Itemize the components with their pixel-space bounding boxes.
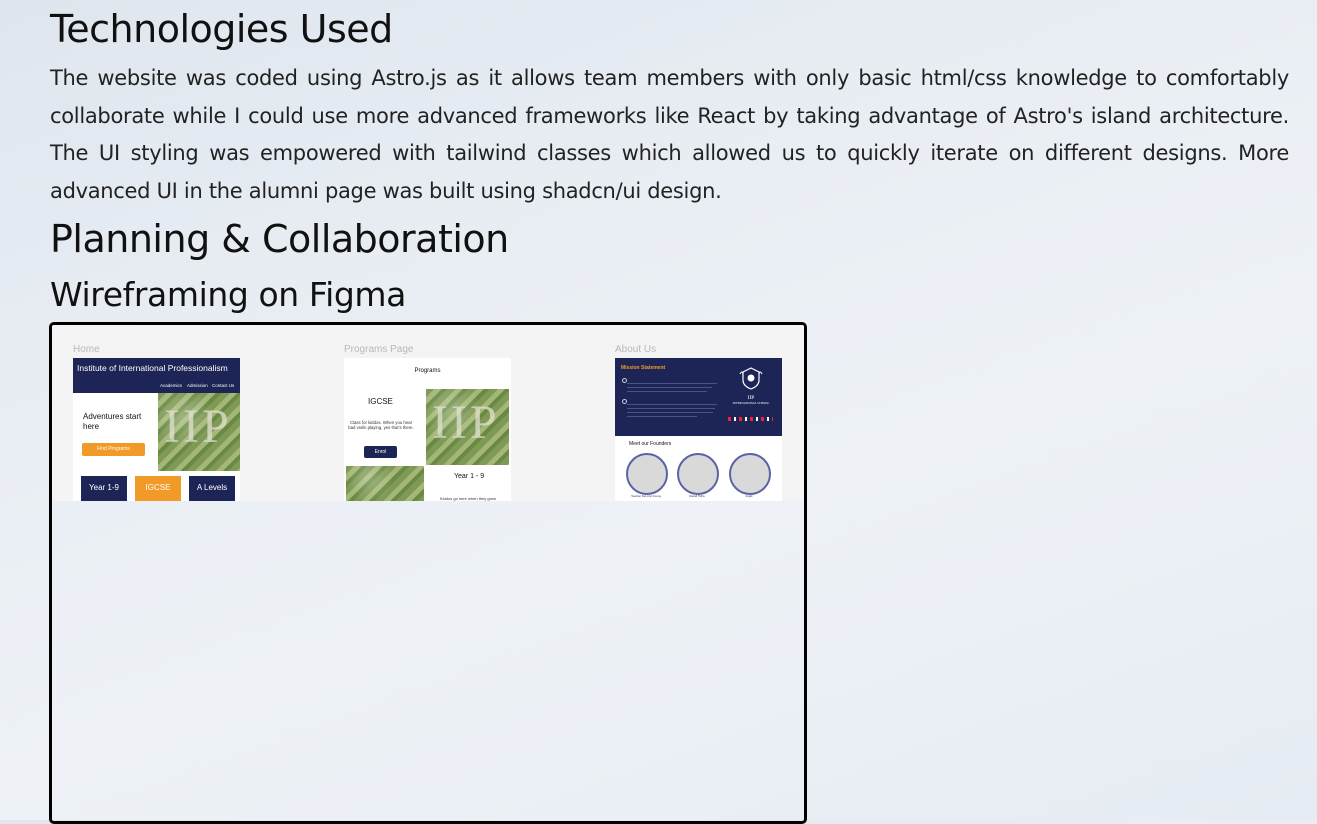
programs-enrol-button[interactable]: Enrol: [364, 446, 397, 458]
technologies-heading: Technologies Used: [50, 7, 393, 51]
home-tile-year[interactable]: Year 1-9: [81, 476, 127, 501]
founder-avatar-2: [677, 453, 719, 495]
founder-avatar-1: [626, 453, 668, 495]
home-nav-academics: Academics: [160, 383, 183, 388]
programs-title: Programs: [414, 368, 441, 374]
programs-igcse-desc: Class for kiddos. When you hear bad viol…: [348, 420, 414, 430]
frame-label-about: About Us: [615, 344, 657, 355]
about-mission-line-2: [627, 387, 712, 388]
home-header-title: Institute of International Professionali…: [77, 363, 228, 373]
home-find-programs-button[interactable]: Find Programs: [82, 443, 145, 456]
programs-image-letters: IIP: [432, 396, 500, 449]
home-nav-contact: Contact Us: [212, 383, 235, 388]
programs-image-2: [346, 466, 424, 501]
home-hero-image: IIP: [158, 393, 240, 471]
figma-canvas[interactable]: Home Institute of International Professi…: [52, 325, 804, 501]
founder-name-2: Razali Tikha: [689, 494, 705, 498]
about-founders-title: Meet our Founders: [629, 441, 672, 447]
home-hero-text: Adventures start here: [83, 412, 142, 431]
programs-igcse-heading: IGCSE: [368, 397, 393, 406]
about-mission-line-4: [627, 404, 717, 405]
about-mission-line-1: [627, 383, 717, 384]
programs-image-1: IIP: [426, 389, 509, 465]
programs-wireframe[interactable]: Programs IGCSE Class for kiddos. When yo…: [344, 358, 511, 501]
programs-year-heading: Year 1 - 9: [454, 473, 485, 480]
home-header: Institute of International Professionali…: [73, 358, 240, 393]
about-mission-line-6: [627, 412, 713, 413]
founder-name-1: Teacher Kar-Ann Foong: [631, 494, 661, 498]
home-wireframe[interactable]: Institute of International Professionali…: [73, 358, 240, 501]
home-nav-admission: Admission: [187, 383, 208, 388]
about-mission-title: Mission Statement: [621, 365, 666, 371]
about-wireframe[interactable]: Mission Statement IIP INTERNATIONAL SCHO…: [615, 358, 782, 501]
home-image-letters: IIP: [164, 400, 232, 453]
home-tile-alevels[interactable]: A Levels: [189, 476, 235, 501]
planning-heading: Planning & Collaboration: [50, 217, 509, 261]
about-flags-row: [728, 417, 773, 421]
about-mission-section: Mission Statement IIP INTERNATIONAL SCHO…: [615, 358, 782, 436]
about-school-name: INTERNATIONAL SCHOOL: [732, 401, 770, 405]
figma-embed[interactable]: Home Institute of International Professi…: [49, 322, 807, 824]
about-mission-line-5: [627, 408, 715, 409]
about-mission-line-3: [627, 391, 707, 392]
programs-year-desc: Kiddos go here when they grow: [440, 496, 497, 501]
frame-label-home: Home: [73, 344, 100, 355]
wireframing-heading: Wireframing on Figma: [50, 275, 406, 314]
about-mission-line-7: [627, 416, 697, 417]
founder-avatar-3: [729, 453, 771, 495]
technologies-paragraph: The website was coded using Astro.js as …: [50, 66, 1289, 203]
frame-label-programs: Programs Page: [344, 344, 414, 355]
home-tile-igcse[interactable]: IGCSE: [135, 476, 181, 501]
school-crest-icon: [739, 367, 763, 390]
founder-name-3: Anjali: [745, 494, 753, 498]
